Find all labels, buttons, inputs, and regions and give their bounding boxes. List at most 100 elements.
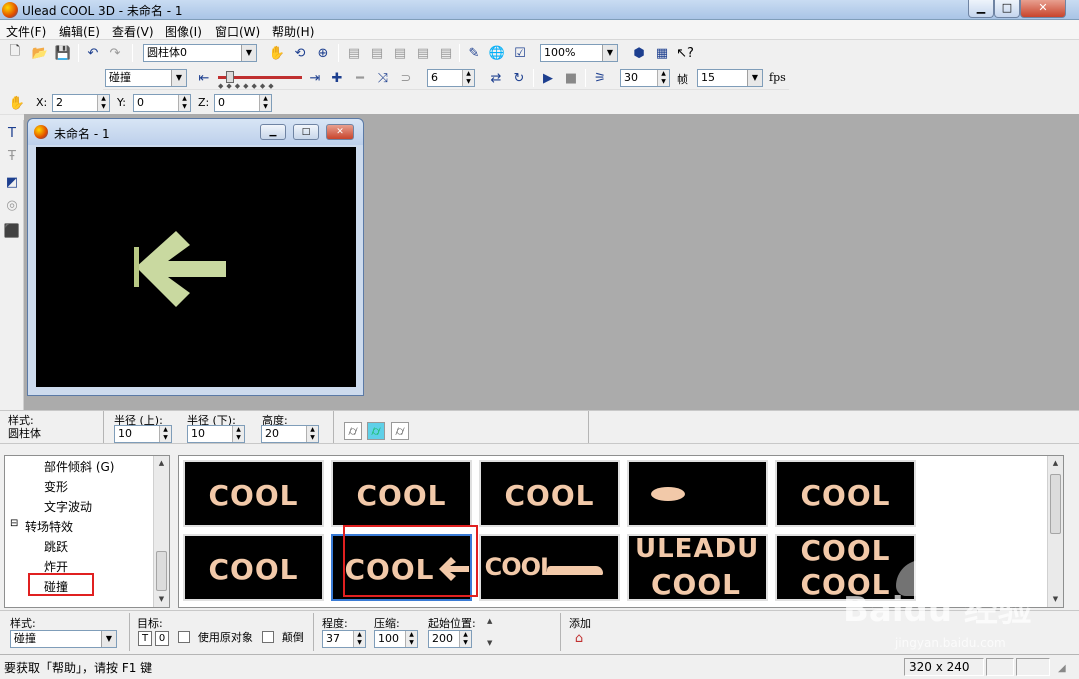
scroll-thumb[interactable]: [1050, 474, 1061, 534]
open-folder-icon[interactable]: 📂: [31, 44, 49, 62]
palette-icon[interactable]: ▦: [653, 44, 671, 62]
align-right-icon[interactable]: ▤: [391, 44, 409, 62]
cylinder-style-2-icon[interactable]: ⌭: [367, 422, 385, 440]
gallery-thumb[interactable]: [627, 460, 768, 527]
object-select[interactable]: 圆柱体0 ▼: [143, 44, 257, 62]
menu-help[interactable]: 帮助(H): [272, 23, 314, 40]
chart-icon[interactable]: ☑: [511, 44, 529, 62]
zoom-select[interactable]: 100% ▼: [540, 44, 618, 62]
render-icon[interactable]: ⬢: [630, 44, 648, 62]
document-maximize-button[interactable]: □: [293, 124, 319, 140]
save-icon[interactable]: 💾: [54, 44, 72, 62]
eyedropper-icon[interactable]: ✎: [465, 44, 483, 62]
insert-shape-icon[interactable]: ◩: [3, 173, 21, 191]
resize-icon[interactable]: ⊕: [314, 44, 332, 62]
swap-icon[interactable]: ⇄: [487, 69, 505, 87]
checkbox-box[interactable]: [262, 631, 274, 643]
loop-keyframe-icon[interactable]: ⊃: [397, 69, 415, 87]
play-icon[interactable]: ▶: [539, 69, 557, 87]
checkbox-box[interactable]: [178, 631, 190, 643]
remove-keyframe-icon[interactable]: ━: [351, 69, 369, 87]
align-top-icon[interactable]: ▤: [414, 44, 432, 62]
tree-item-transitions[interactable]: 转场特效: [25, 518, 73, 535]
minimize-button[interactable]: ▁: [968, 0, 994, 18]
new-file-icon[interactable]: 🗋: [6, 44, 24, 62]
x-spinner[interactable]: 2 ▲ ▼: [52, 94, 110, 112]
scroll-arrows-icon[interactable]: ▲ ▼: [487, 616, 492, 649]
cylinder-style-3-icon[interactable]: ⌭: [391, 422, 409, 440]
gallery-thumb[interactable]: COOL: [183, 460, 324, 527]
effect-select[interactable]: 碰撞 ▼: [105, 69, 187, 87]
first-frame-icon[interactable]: ⇤: [195, 69, 213, 87]
menu-image[interactable]: 图像(I): [165, 23, 202, 40]
total-frames-spinner[interactable]: 30 ▲ ▼: [620, 69, 670, 87]
scroll-down-icon[interactable]: ▼: [154, 592, 169, 607]
document-close-button[interactable]: ✕: [326, 124, 354, 140]
undo-icon[interactable]: ↶: [84, 44, 102, 62]
reverse-checkbox[interactable]: 颠倒: [262, 629, 304, 645]
stop-icon[interactable]: ■: [562, 69, 580, 87]
redo-icon[interactable]: ↷: [106, 44, 124, 62]
globe-icon[interactable]: 🌐: [488, 44, 506, 62]
menu-window[interactable]: 窗口(W): [215, 23, 260, 40]
cylinder-style-1-icon[interactable]: ⌭: [344, 422, 362, 440]
effect-style-select[interactable]: 碰撞 ▼: [10, 630, 117, 648]
render-canvas[interactable]: [36, 147, 356, 387]
align-center-icon[interactable]: ▤: [368, 44, 386, 62]
maximize-button[interactable]: □: [994, 0, 1020, 18]
add-effect-icon[interactable]: ⌂: [570, 629, 588, 647]
loop-icon[interactable]: ↻: [510, 69, 528, 87]
radius-top-spinner[interactable]: 10 ▲ ▼: [114, 425, 172, 443]
timeline-slider[interactable]: ◆◆◆◆◆◆◆: [218, 69, 302, 90]
last-frame-icon[interactable]: ⇥: [306, 69, 324, 87]
use-original-checkbox[interactable]: 使用原对象: [178, 629, 253, 645]
tree-item-jump[interactable]: 跳跃: [44, 538, 68, 555]
gallery-thumb[interactable]: ULEADU COOL: [627, 534, 768, 601]
fps-select[interactable]: 15 ▼: [697, 69, 763, 87]
target-text-button[interactable]: T: [138, 631, 152, 646]
gallery-thumb[interactable]: COOL: [479, 460, 620, 527]
effect-tree[interactable]: 部件倾斜 (G) 变形 文字波动 ⊟ 转场特效 跳跃 炸开 碰撞 ▲ ▼: [4, 455, 170, 608]
add-keyframe-icon[interactable]: ✚: [328, 69, 346, 87]
collapse-icon[interactable]: ⊟: [10, 518, 18, 529]
scroll-thumb[interactable]: [156, 551, 167, 591]
rotate-icon[interactable]: ⟲: [291, 44, 309, 62]
gallery-thumb[interactable]: COOL: [183, 534, 324, 601]
close-button[interactable]: ✕: [1020, 0, 1066, 18]
context-help-icon[interactable]: ↖?: [676, 44, 694, 62]
scroll-up-icon[interactable]: ▲: [1048, 456, 1063, 471]
y-spinner[interactable]: 0 ▲ ▼: [133, 94, 191, 112]
tree-scrollbar[interactable]: ▲ ▼: [153, 456, 169, 607]
align-bottom-icon[interactable]: ▤: [437, 44, 455, 62]
resize-grip-icon[interactable]: ◢: [1058, 663, 1066, 674]
edit-text-icon[interactable]: Ŧ: [3, 147, 21, 165]
insert-geometry-icon[interactable]: ⬛: [3, 222, 21, 240]
scroll-down-icon[interactable]: ▼: [1048, 592, 1063, 607]
start-position-spinner[interactable]: 200 ▲ ▼: [428, 630, 472, 648]
tree-item-part-tilt[interactable]: 部件倾斜 (G): [44, 458, 114, 475]
frame-number-spinner[interactable]: 6 ▲ ▼: [427, 69, 475, 87]
menu-file[interactable]: 文件(F): [6, 23, 46, 40]
document-minimize-button[interactable]: ▁: [260, 124, 286, 140]
menu-edit[interactable]: 编辑(E): [59, 23, 100, 40]
z-spinner[interactable]: 0 ▲ ▼: [214, 94, 272, 112]
move-object-icon[interactable]: ✋: [8, 94, 26, 112]
tree-item-text-wave[interactable]: 文字波动: [44, 498, 92, 515]
radius-bottom-spinner[interactable]: 10 ▲ ▼: [187, 425, 245, 443]
gallery-thumb[interactable]: COOL: [331, 460, 472, 527]
timing-icon[interactable]: ⚞: [591, 69, 609, 87]
compress-spinner[interactable]: 100 ▲ ▼: [374, 630, 418, 648]
target-object-button[interactable]: 0: [155, 631, 169, 646]
gallery-thumb[interactable]: COOL: [479, 534, 620, 601]
height-spinner[interactable]: 20 ▲ ▼: [261, 425, 319, 443]
gallery-thumb[interactable]: COOL: [775, 460, 916, 527]
scroll-up-icon[interactable]: ▲: [154, 456, 169, 471]
tree-item-morph[interactable]: 变形: [44, 478, 68, 495]
gallery-scrollbar[interactable]: ▲ ▼: [1047, 456, 1063, 607]
hand-move-icon[interactable]: ✋: [268, 44, 286, 62]
align-left-icon[interactable]: ▤: [345, 44, 363, 62]
degree-spinner[interactable]: 37 ▲ ▼: [322, 630, 366, 648]
menu-view[interactable]: 查看(V): [112, 23, 154, 40]
edit-shape-icon[interactable]: ◎: [3, 196, 21, 214]
insert-text-icon[interactable]: T: [3, 124, 21, 142]
